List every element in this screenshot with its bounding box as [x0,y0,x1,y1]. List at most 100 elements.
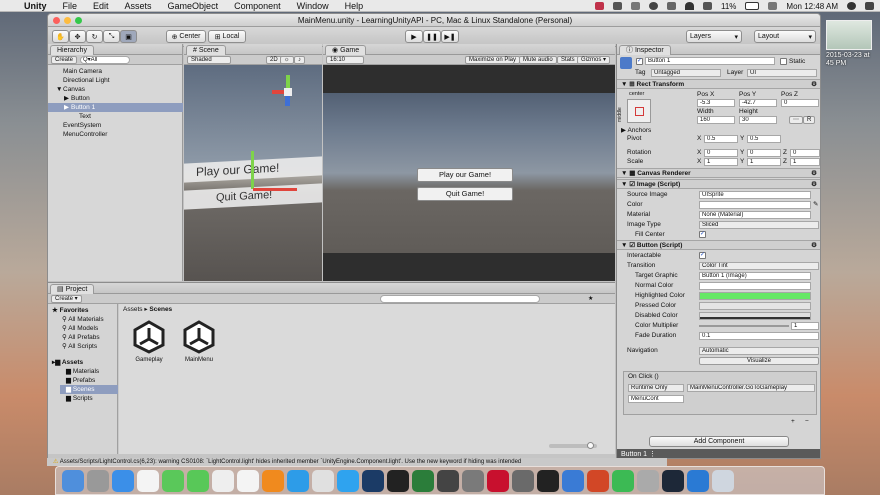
layers-dropdown[interactable]: Layers ▾ [686,30,742,43]
utility-app-icon[interactable] [462,469,484,492]
gameobject-active-checkbox[interactable]: ✓ [636,58,643,65]
scale-y-input[interactable]: 1 [747,158,781,166]
color-swatch[interactable] [699,201,811,209]
folder-scenes[interactable]: ▆ Scenes [60,385,118,394]
onclick-object-field[interactable]: MenuCont [628,395,684,403]
rect-transform-header[interactable]: ▼ ⊞ Rect Transform ⚙ [617,79,820,89]
static-checkbox[interactable] [780,58,787,65]
color-multiplier-slider[interactable] [699,325,789,327]
folder-scripts[interactable]: ▆ Scripts [66,394,93,403]
add-component-button[interactable]: Add Component [649,436,789,447]
stats-toggle[interactable]: Stats [557,56,579,64]
gizmos-dropdown[interactable]: Gizmos ▾ [577,56,611,64]
highlighted-color-swatch[interactable] [699,292,811,300]
trash-icon[interactable] [712,469,734,492]
launchpad-icon[interactable] [87,469,109,492]
ibooks-icon[interactable] [262,469,284,492]
tab-inspector[interactable]: ⓘ Inspector [619,45,671,55]
pressed-color-swatch[interactable] [699,302,811,310]
aspect-dropdown[interactable]: 16:10 [326,56,364,64]
breadcrumb-assets[interactable]: Assets [123,306,143,313]
itunes-icon[interactable] [337,469,359,492]
target-graphic-field[interactable]: Button 1 (Image) [699,272,811,280]
messages-icon[interactable] [187,469,209,492]
safari-icon[interactable] [112,469,134,492]
favorites-header[interactable]: ★ Favorites [52,306,89,315]
rotation-z-input[interactable]: 0 [790,149,820,157]
eyedropper-icon[interactable]: ✎ [813,200,818,208]
maximize-on-play-toggle[interactable]: Maximize on Play [465,56,521,64]
close-window-button[interactable] [53,17,60,24]
width-input[interactable]: 160 [697,116,735,124]
system-preferences-icon[interactable] [512,469,534,492]
anchor-presets-button[interactable] [627,99,651,123]
finder-icon[interactable] [62,469,84,492]
scene-lighting-toggle[interactable]: ☼ [280,56,294,64]
facetime-icon[interactable] [162,469,184,492]
gear-icon[interactable]: ⚙ [811,180,817,189]
anchors-foldout[interactable]: ▶ Anchors [621,126,651,134]
game-viewport[interactable]: Play our Game! Quit Game! [323,65,615,281]
menu-assets[interactable]: Assets [117,1,160,11]
folder-materials[interactable]: ▆ Materials [66,367,99,376]
hierarchy-item-eventsystem[interactable]: EventSystem [48,121,183,130]
tag-dropdown[interactable]: Untagged [651,69,721,77]
console-status-bar[interactable]: ⚠ Assets/Scripts/LightControl.cs(6,23): … [47,458,667,466]
contacts-icon[interactable] [212,469,234,492]
navigation-dropdown[interactable]: Automatic [699,347,819,355]
height-input[interactable]: 30 [739,116,777,124]
bluetooth-icon[interactable] [666,2,676,10]
pos-y-input[interactable]: -42.7 [739,99,777,107]
zoom-window-button[interactable] [75,17,82,24]
scale-tool-button[interactable]: ⤡ [103,30,120,43]
menu-window[interactable]: Window [289,1,337,11]
tab-scene[interactable]: # Scene [186,45,226,55]
photos-icon[interactable] [312,469,334,492]
notification-center-icon[interactable] [865,2,874,10]
menu-component[interactable]: Component [226,1,289,11]
volume-icon[interactable] [702,2,712,10]
rotation-y-input[interactable]: 0 [747,149,781,157]
gizmo-y-axis[interactable] [286,75,290,89]
favorite-all-models[interactable]: ⚲ All Models [62,324,98,333]
icon-size-slider[interactable] [549,442,597,449]
normal-color-swatch[interactable] [699,282,811,290]
canvas-renderer-header[interactable]: ▼ ▦ Canvas Renderer ⚙ [617,168,820,178]
image-type-dropdown[interactable]: Sliced [699,221,819,229]
blueprint-mode-button[interactable]: ⋯ [789,116,803,124]
menu-app-unity[interactable]: Unity [16,1,55,11]
source-image-field[interactable]: UISprite [699,191,811,199]
button-script-header[interactable]: ▼ ☑ Button (Script) ⚙ [617,240,820,250]
project-create-button[interactable]: Create ▾ [51,295,82,303]
pos-x-input[interactable]: -5.3 [697,99,735,107]
raw-edit-button[interactable]: R [803,116,816,124]
wifi-icon[interactable] [684,2,694,10]
hierarchy-item-directional-light[interactable]: Directional Light [48,76,183,85]
scene-viewport[interactable]: Play our Game! Quit Game! [184,65,322,281]
asset-gameplay-scene[interactable]: Gameplay [129,319,169,363]
pos-z-input[interactable]: 0 [781,99,819,107]
minimize-window-button[interactable] [64,17,71,24]
hierarchy-search-input[interactable]: Q▾All [80,56,130,64]
menubar-clock[interactable]: Mon 12:48 AM [786,2,838,11]
transition-dropdown[interactable]: Color Tint [699,262,819,270]
favorite-all-materials[interactable]: ⚲ All Materials [62,315,104,324]
mute-audio-toggle[interactable]: Mute audio [519,56,557,64]
preview-icon[interactable] [637,469,659,492]
terminal-icon[interactable] [537,469,559,492]
scene-gizmo[interactable] [270,73,306,109]
menu-gameobject[interactable]: GameObject [160,1,227,11]
battery-icon[interactable] [745,2,760,10]
desktop-screenshot-thumbnail[interactable] [826,20,872,50]
move-handle-y[interactable] [251,151,254,189]
expand-arrow-icon[interactable]: ▶ [64,103,71,112]
app-status-icon[interactable] [612,2,622,10]
remove-event-minus-icon[interactable]: − [805,418,809,425]
breadcrumb-scenes[interactable]: Scenes [149,306,172,313]
folder-prefabs[interactable]: ▆ Prefabs [66,376,95,385]
slider-thumb[interactable] [587,442,594,449]
unity-app-icon[interactable] [387,469,409,492]
gear-icon[interactable]: ⚙ [811,169,817,178]
favorite-all-scripts[interactable]: ⚲ All Scripts [62,342,97,351]
monodevelop-icon[interactable] [437,469,459,492]
